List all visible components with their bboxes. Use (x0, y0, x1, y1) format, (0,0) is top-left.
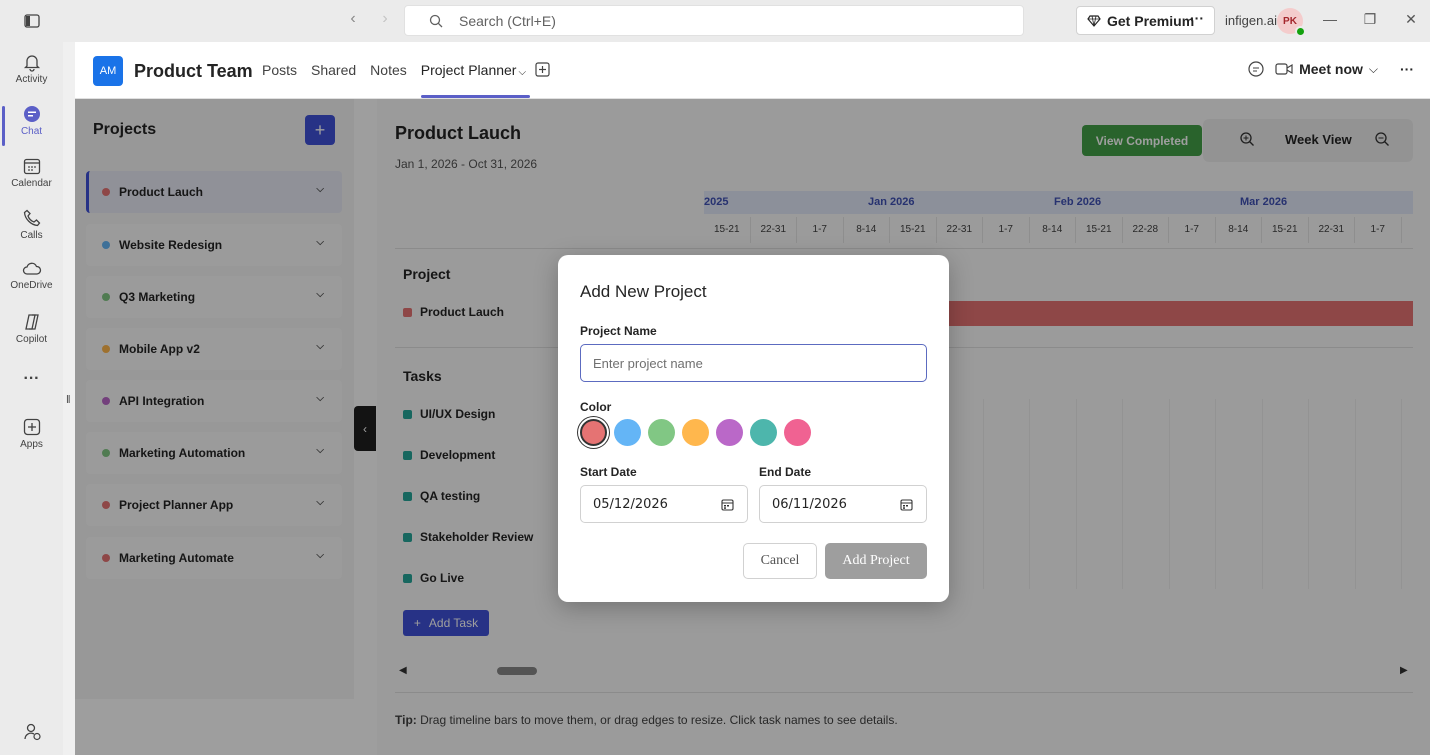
premium-label: Get Premium (1107, 12, 1195, 29)
cloud-icon (22, 262, 41, 275)
tab-shared[interactable]: Shared (311, 62, 356, 98)
app-rail: Activity Chat Calendar Calls OneDrive Co… (0, 42, 63, 755)
minimize-icon[interactable]: — (1320, 11, 1340, 27)
close-icon[interactable]: ✕ (1401, 11, 1421, 28)
project-name-label: Project Name (580, 324, 657, 338)
chat-icon (23, 106, 40, 122)
search-placeholder: Search (Ctrl+E) (459, 12, 556, 29)
rail-item-calls[interactable]: Calls (0, 208, 63, 241)
bell-icon (23, 55, 40, 72)
rail-item-copilot[interactable]: Copilot (0, 312, 63, 345)
get-premium-button[interactable]: Get Premium ··· (1076, 6, 1215, 35)
rail-item-chat[interactable]: Chat (0, 104, 63, 146)
back-arrow-icon[interactable]: ‹ (343, 10, 363, 28)
apps-icon (23, 418, 40, 436)
title-bar: ‹ › Search (Ctrl+E) Get Premium ··· infi… (0, 0, 1430, 42)
sidebar-toggle-icon[interactable] (22, 11, 42, 31)
add-project-dialog: Add New Project Project Name Color Start… (558, 255, 949, 602)
search-input[interactable]: Search (Ctrl+E) (404, 5, 1024, 36)
chevron-down-icon: ⌵ (518, 67, 527, 78)
rail-label: Activity (15, 74, 48, 85)
search-icon (429, 14, 443, 28)
user-avatar[interactable]: PK (1277, 8, 1306, 37)
copilot-icon (24, 314, 39, 330)
rail-label: Copilot (15, 334, 48, 345)
chat-bubble-icon[interactable] (1247, 60, 1265, 78)
status-available-icon (1295, 26, 1306, 37)
tab-label: Project Planner (420, 62, 517, 78)
more-options-icon[interactable]: ··· (1190, 10, 1204, 26)
calendar-icon (23, 158, 40, 175)
rail-label: OneDrive (10, 280, 53, 291)
end-date-label: End Date (759, 465, 812, 479)
forward-arrow-icon[interactable]: › (375, 10, 395, 28)
user-initials: PK (1283, 15, 1297, 27)
rail-item-onedrive[interactable]: OneDrive (0, 260, 63, 291)
rail-item-activity[interactable]: Activity (0, 52, 63, 85)
rail-label: Calls (20, 230, 43, 241)
end-date-value: 06/11/2026 (772, 496, 847, 512)
color-swatch-pink[interactable] (784, 419, 811, 446)
rail-item-calendar[interactable]: Calendar (0, 156, 63, 189)
add-account-icon[interactable] (0, 722, 63, 744)
cancel-button[interactable]: Cancel (743, 543, 817, 579)
more-apps-icon[interactable]: ··· (0, 370, 63, 388)
add-project-submit-button[interactable]: Add Project (825, 543, 927, 579)
restore-icon[interactable]: ❐ (1360, 11, 1380, 28)
color-swatch-orange[interactable] (682, 419, 709, 446)
dialog-title: Add New Project (580, 282, 707, 301)
rail-label: Apps (20, 439, 43, 450)
video-camera-icon[interactable] (1275, 62, 1293, 76)
org-name: infigen.ai (1225, 13, 1278, 28)
calendar-icon[interactable] (721, 498, 734, 511)
color-label: Color (580, 400, 612, 414)
color-swatch-teal[interactable] (750, 419, 777, 446)
color-swatch-red[interactable] (580, 419, 607, 446)
add-tab-icon[interactable] (535, 62, 551, 78)
color-picker (580, 419, 811, 446)
phone-icon (23, 209, 40, 227)
tab-notes[interactable]: Notes (370, 62, 407, 98)
tab-posts[interactable]: Posts (262, 62, 297, 98)
color-swatch-purple[interactable] (716, 419, 743, 446)
rail-label: Chat (20, 126, 43, 137)
more-options-icon[interactable]: ··· (1400, 61, 1414, 77)
color-swatch-blue[interactable] (614, 419, 641, 446)
meet-dropdown-icon[interactable]: ⌵ (1369, 62, 1378, 77)
channel-header: AM Product Team Posts Shared Notes Proje… (75, 42, 1430, 99)
calendar-icon[interactable] (900, 498, 913, 511)
project-name-input[interactable] (580, 344, 927, 382)
start-date-value: 05/12/2026 (593, 496, 668, 512)
color-swatch-green[interactable] (648, 419, 675, 446)
rail-item-apps[interactable]: Apps (0, 417, 63, 450)
start-date-label: Start Date (580, 465, 637, 479)
team-avatar: AM (93, 56, 123, 86)
team-name: Product Team (134, 61, 253, 81)
start-date-field[interactable]: 05/12/2026 (580, 485, 748, 523)
rail-label: Calendar (11, 178, 52, 189)
tab-project-planner[interactable]: Project Planner ⌵ (420, 62, 531, 98)
resize-handle-icon[interactable]: ‖ (66, 394, 71, 406)
meet-now-button[interactable]: Meet now (1299, 61, 1363, 77)
end-date-field[interactable]: 06/11/2026 (759, 485, 927, 523)
diamond-icon (1087, 14, 1101, 27)
